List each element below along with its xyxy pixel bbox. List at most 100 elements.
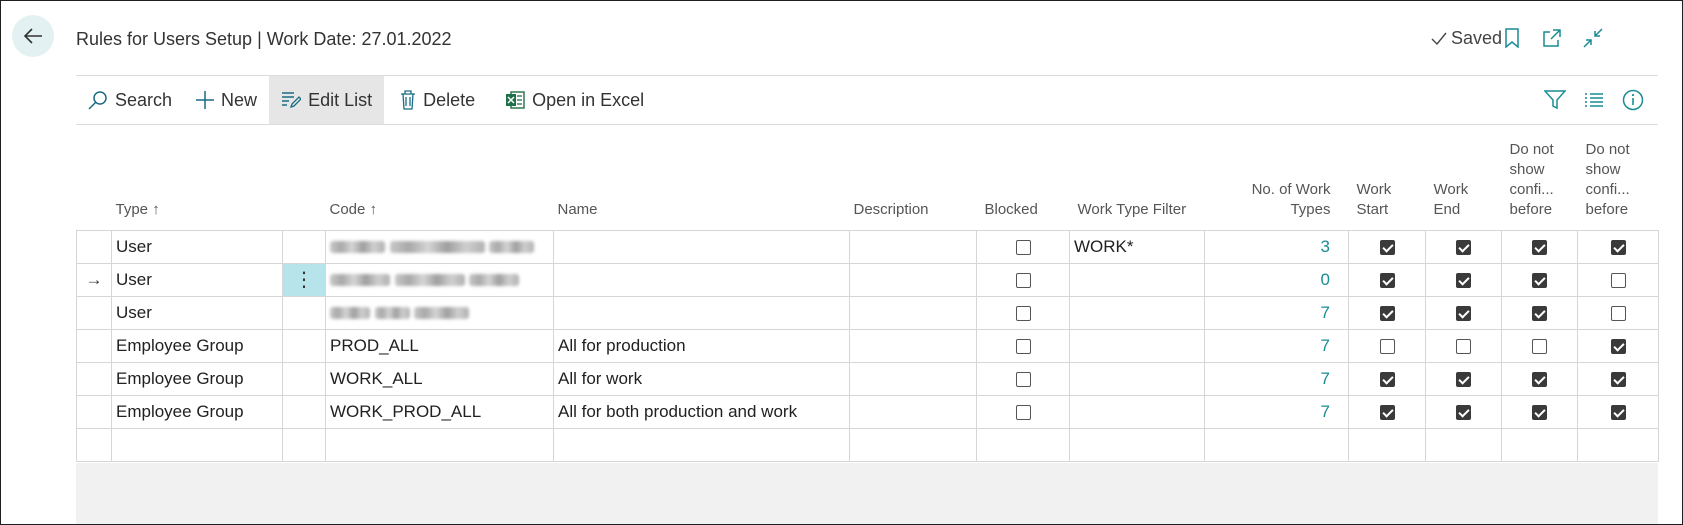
do-not-show-1-checkbox[interactable] [1532, 305, 1547, 321]
code-cell[interactable] [325, 229, 554, 264]
work-start-checkbox[interactable] [1379, 371, 1395, 387]
back-button[interactable] [12, 15, 54, 57]
description-cell[interactable] [849, 394, 977, 429]
work-type-filter-cell[interactable] [1069, 295, 1205, 330]
do-not-show-2-checkbox[interactable] [1610, 404, 1626, 420]
collapse-icon[interactable] [1581, 26, 1605, 50]
open-in-excel-button[interactable]: Open in Excel [493, 76, 656, 124]
do-not-show-2-checkbox[interactable] [1610, 371, 1626, 387]
blocked-checkbox[interactable] [1015, 305, 1031, 321]
blocked-checkbox[interactable] [1015, 272, 1031, 288]
do-not-show-2-checkbox[interactable] [1610, 239, 1626, 255]
no-of-work-types-link[interactable]: 7 [1204, 394, 1349, 429]
table-row[interactable]: Employee Group WORK_ALL All for work 7 [76, 361, 1659, 396]
work-end-checkbox[interactable] [1456, 239, 1471, 255]
name-cell[interactable]: All for work [553, 361, 850, 396]
empty-cell[interactable] [111, 427, 283, 462]
header-type[interactable]: Type ↑ [112, 130, 283, 230]
edit-list-button[interactable]: Edit List [269, 76, 385, 124]
table-row[interactable]: → User ⋮ 0 [76, 262, 1659, 297]
do-not-show-2-checkbox[interactable] [1610, 338, 1626, 354]
code-cell[interactable]: PROD_ALL [325, 328, 554, 363]
work-start-checkbox[interactable] [1379, 338, 1395, 354]
row-menu-button[interactable]: ⋮ [282, 262, 326, 297]
row-select-cell[interactable]: → [76, 262, 112, 297]
row-select-cell[interactable] [76, 328, 112, 363]
filter-icon[interactable] [1543, 88, 1567, 112]
header-description[interactable]: Description [850, 130, 977, 230]
description-cell[interactable] [849, 229, 977, 264]
header-blocked[interactable]: Blocked [977, 130, 1070, 230]
do-not-show-2-checkbox[interactable] [1610, 305, 1626, 321]
work-start-checkbox[interactable] [1379, 239, 1395, 255]
header-no-of-work-types[interactable]: No. of Work Types [1205, 130, 1349, 230]
work-type-filter-cell[interactable]: WORK* [1069, 229, 1205, 264]
name-cell[interactable]: All for production [553, 328, 850, 363]
code-cell[interactable]: WORK_ALL [325, 361, 554, 396]
empty-new-row[interactable] [76, 427, 1659, 462]
new-button[interactable]: New [184, 76, 269, 124]
empty-cell[interactable] [325, 427, 554, 462]
table-row[interactable]: Employee Group PROD_ALL All for production… [76, 328, 1659, 363]
header-do-not-show-2[interactable]: Do not show confi... before [1578, 130, 1659, 230]
code-cell[interactable] [325, 262, 554, 297]
no-of-work-types-link[interactable]: 7 [1204, 328, 1349, 363]
work-type-filter-cell[interactable] [1069, 361, 1205, 396]
no-of-work-types-link[interactable]: 7 [1204, 295, 1349, 330]
code-cell[interactable]: WORK_PROD_ALL [325, 394, 554, 429]
empty-cell[interactable] [1425, 427, 1502, 462]
work-end-checkbox[interactable] [1456, 305, 1471, 321]
delete-button[interactable]: Delete [388, 76, 487, 124]
header-work-start[interactable]: Work Start [1349, 130, 1426, 230]
header-code[interactable]: Code ↑ [326, 130, 554, 230]
work-start-checkbox[interactable] [1379, 305, 1395, 321]
do-not-show-1-checkbox[interactable] [1532, 404, 1547, 420]
code-cell[interactable] [325, 295, 554, 330]
table-row[interactable]: User 7 [76, 295, 1659, 330]
type-cell[interactable]: Employee Group [111, 361, 283, 396]
header-work-end[interactable]: Work End [1426, 130, 1502, 230]
name-cell[interactable] [553, 262, 850, 297]
work-start-checkbox[interactable] [1379, 272, 1395, 288]
name-cell[interactable] [553, 295, 850, 330]
empty-cell[interactable] [1069, 427, 1205, 462]
empty-cell[interactable] [1577, 427, 1659, 462]
empty-cell[interactable] [1501, 427, 1578, 462]
work-type-filter-cell[interactable] [1069, 394, 1205, 429]
empty-cell[interactable] [553, 427, 850, 462]
name-cell[interactable] [553, 229, 850, 264]
work-type-filter-cell[interactable] [1069, 328, 1205, 363]
do-not-show-1-checkbox[interactable] [1532, 371, 1547, 387]
list-view-icon[interactable] [1582, 88, 1606, 112]
work-end-checkbox[interactable] [1456, 338, 1471, 354]
empty-cell[interactable] [1348, 427, 1426, 462]
empty-cell[interactable] [1204, 427, 1349, 462]
type-cell[interactable]: User [111, 295, 283, 330]
header-name[interactable]: Name [554, 130, 850, 230]
work-start-checkbox[interactable] [1379, 404, 1395, 420]
blocked-checkbox[interactable] [1015, 239, 1031, 255]
info-icon[interactable] [1621, 88, 1645, 112]
type-cell[interactable]: User [111, 262, 283, 297]
description-cell[interactable] [849, 262, 977, 297]
row-select-cell[interactable] [76, 361, 112, 396]
description-cell[interactable] [849, 295, 977, 330]
row-select-cell[interactable] [76, 295, 112, 330]
search-button[interactable]: Search [76, 76, 184, 124]
empty-cell[interactable] [849, 427, 977, 462]
work-end-checkbox[interactable] [1456, 371, 1471, 387]
work-end-checkbox[interactable] [1456, 272, 1471, 288]
type-cell[interactable]: User [111, 229, 283, 264]
empty-cell[interactable] [976, 427, 1070, 462]
name-cell[interactable]: All for both production and work [553, 394, 850, 429]
do-not-show-2-checkbox[interactable] [1610, 272, 1626, 288]
blocked-checkbox[interactable] [1015, 404, 1031, 420]
header-do-not-show-1[interactable]: Do not show confi... before [1502, 130, 1578, 230]
type-cell[interactable]: Employee Group [111, 394, 283, 429]
table-row[interactable]: Employee Group WORK_PROD_ALL All for both … [76, 394, 1659, 429]
description-cell[interactable] [849, 328, 977, 363]
bookmark-icon[interactable] [1500, 26, 1524, 50]
do-not-show-1-checkbox[interactable] [1532, 338, 1547, 354]
no-of-work-types-link[interactable]: 7 [1204, 361, 1349, 396]
no-of-work-types-link[interactable]: 0 [1204, 262, 1349, 297]
